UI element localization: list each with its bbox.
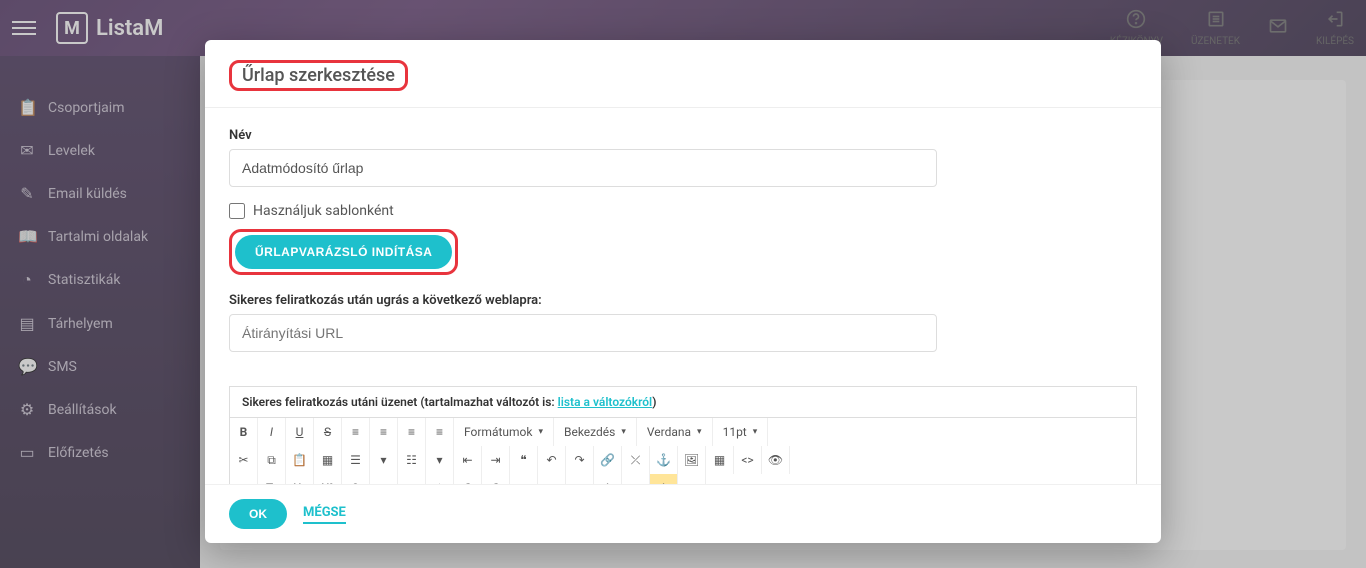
bullet-dropdown[interactable]: ▾ xyxy=(370,446,398,474)
preview-button[interactable]: 👁 xyxy=(762,446,790,474)
redo-button[interactable]: ↷ xyxy=(566,446,594,474)
editor-toolbar: B I U S ≡ ≡ ≡ ≡ Formátumok Bekezdés Verd… xyxy=(230,418,1136,484)
editor-label-suffix: ) xyxy=(652,395,656,409)
hr-button[interactable]: — xyxy=(230,474,258,484)
align-justify-button[interactable]: ≡ xyxy=(426,418,454,446)
clear-format-button[interactable]: Tₓ xyxy=(258,474,286,484)
link-button[interactable]: 🔗 xyxy=(594,446,622,474)
name-input[interactable] xyxy=(229,149,937,187)
editor-header: Sikeres feliratkozás utáni üzenet (tarta… xyxy=(230,387,1136,418)
code-button[interactable]: <> xyxy=(734,446,762,474)
subscript-button[interactable]: X₂ xyxy=(286,474,314,484)
align-right-button[interactable]: ≡ xyxy=(398,418,426,446)
wizard-button[interactable]: ŰRLAPVARÁZSLÓ INDÍTÁSA xyxy=(235,235,452,269)
template-checkbox-row[interactable]: Használjuk sablonként xyxy=(229,203,1137,219)
anchor-button[interactable]: ⚓ xyxy=(650,446,678,474)
ltr-button[interactable]: ¶ xyxy=(454,474,482,484)
form-edit-modal: Űrlap szerkesztése Név Használjuk sablon… xyxy=(205,40,1161,543)
modal-title-highlight: Űrlap szerkesztése xyxy=(229,60,408,91)
template-button[interactable]: ▦ xyxy=(538,474,566,484)
size-select[interactable]: 11pt xyxy=(713,418,769,446)
copy-button[interactable]: ⧉ xyxy=(258,446,286,474)
cut-button[interactable]: ✂ xyxy=(230,446,258,474)
wizard-button-highlight: ŰRLAPVARÁZSLÓ INDÍTÁSA xyxy=(229,229,458,275)
emoji-button[interactable]: ☺ xyxy=(370,474,398,484)
redirect-label: Sikeres feliratkozás után ugrás a követk… xyxy=(229,293,1137,308)
indent-button[interactable]: ⇥ xyxy=(482,446,510,474)
align-center-button[interactable]: ≡ xyxy=(370,418,398,446)
modal-title: Űrlap szerkesztése xyxy=(242,65,395,86)
rtl-button[interactable]: ¶ xyxy=(482,474,510,484)
editor-variables-link[interactable]: lista a változókról xyxy=(558,395,653,409)
strike-button[interactable]: S xyxy=(314,418,342,446)
image-button[interactable]: 🖼 xyxy=(678,446,706,474)
template-checkbox-label: Használjuk sablonként xyxy=(253,203,394,219)
align-left-button[interactable]: ≡ xyxy=(342,418,370,446)
pagebreak-button[interactable]: ⤓ xyxy=(426,474,454,484)
formats-select[interactable]: Formátumok xyxy=(454,418,554,446)
numbered-dropdown[interactable]: ▾ xyxy=(426,446,454,474)
unlink-button[interactable]: ⤫ xyxy=(622,446,650,474)
bg-color-button[interactable]: A xyxy=(650,474,678,484)
underline-button[interactable]: U xyxy=(286,418,314,446)
superscript-button[interactable]: X² xyxy=(314,474,342,484)
ok-button[interactable]: OK xyxy=(229,499,287,529)
font-select[interactable]: Verdana xyxy=(637,418,713,446)
paste-button[interactable]: 📋 xyxy=(286,446,314,474)
bg-color-dropdown[interactable]: ▾ xyxy=(678,474,706,484)
datetime-button[interactable]: ⏲ xyxy=(398,474,426,484)
text-color-button[interactable]: A xyxy=(594,474,622,484)
name-label: Név xyxy=(229,128,1137,143)
modal-header: Űrlap szerkesztése xyxy=(205,40,1161,108)
table-button[interactable]: ▦ xyxy=(706,446,734,474)
special-char-button[interactable]: Ω xyxy=(342,474,370,484)
text-color-dropdown[interactable]: ▾ xyxy=(622,474,650,484)
editor-label-prefix: Sikeres feliratkozás utáni üzenet (tarta… xyxy=(242,395,558,409)
bullet-list-button[interactable]: ☰ xyxy=(342,446,370,474)
outdent-button[interactable]: ⇤ xyxy=(454,446,482,474)
template-dropdown[interactable]: ▾ xyxy=(566,474,594,484)
show-blocks-button[interactable]: ⊞ xyxy=(510,474,538,484)
undo-button[interactable]: ↶ xyxy=(538,446,566,474)
select-all-button[interactable]: ▦ xyxy=(314,446,342,474)
rich-editor: Sikeres feliratkozás utáni üzenet (tarta… xyxy=(229,386,1137,484)
redirect-input[interactable] xyxy=(229,314,937,352)
modal-body: Név Használjuk sablonként ŰRLAPVARÁZSLÓ … xyxy=(205,108,1161,484)
cancel-button[interactable]: MÉGSE xyxy=(303,505,346,524)
numbered-list-button[interactable]: ☷ xyxy=(398,446,426,474)
modal-footer: OK MÉGSE xyxy=(205,484,1161,543)
italic-button[interactable]: I xyxy=(258,418,286,446)
bold-button[interactable]: B xyxy=(230,418,258,446)
quote-button[interactable]: ❝ xyxy=(510,446,538,474)
template-checkbox[interactable] xyxy=(229,203,245,219)
paragraph-select[interactable]: Bekezdés xyxy=(554,418,637,446)
